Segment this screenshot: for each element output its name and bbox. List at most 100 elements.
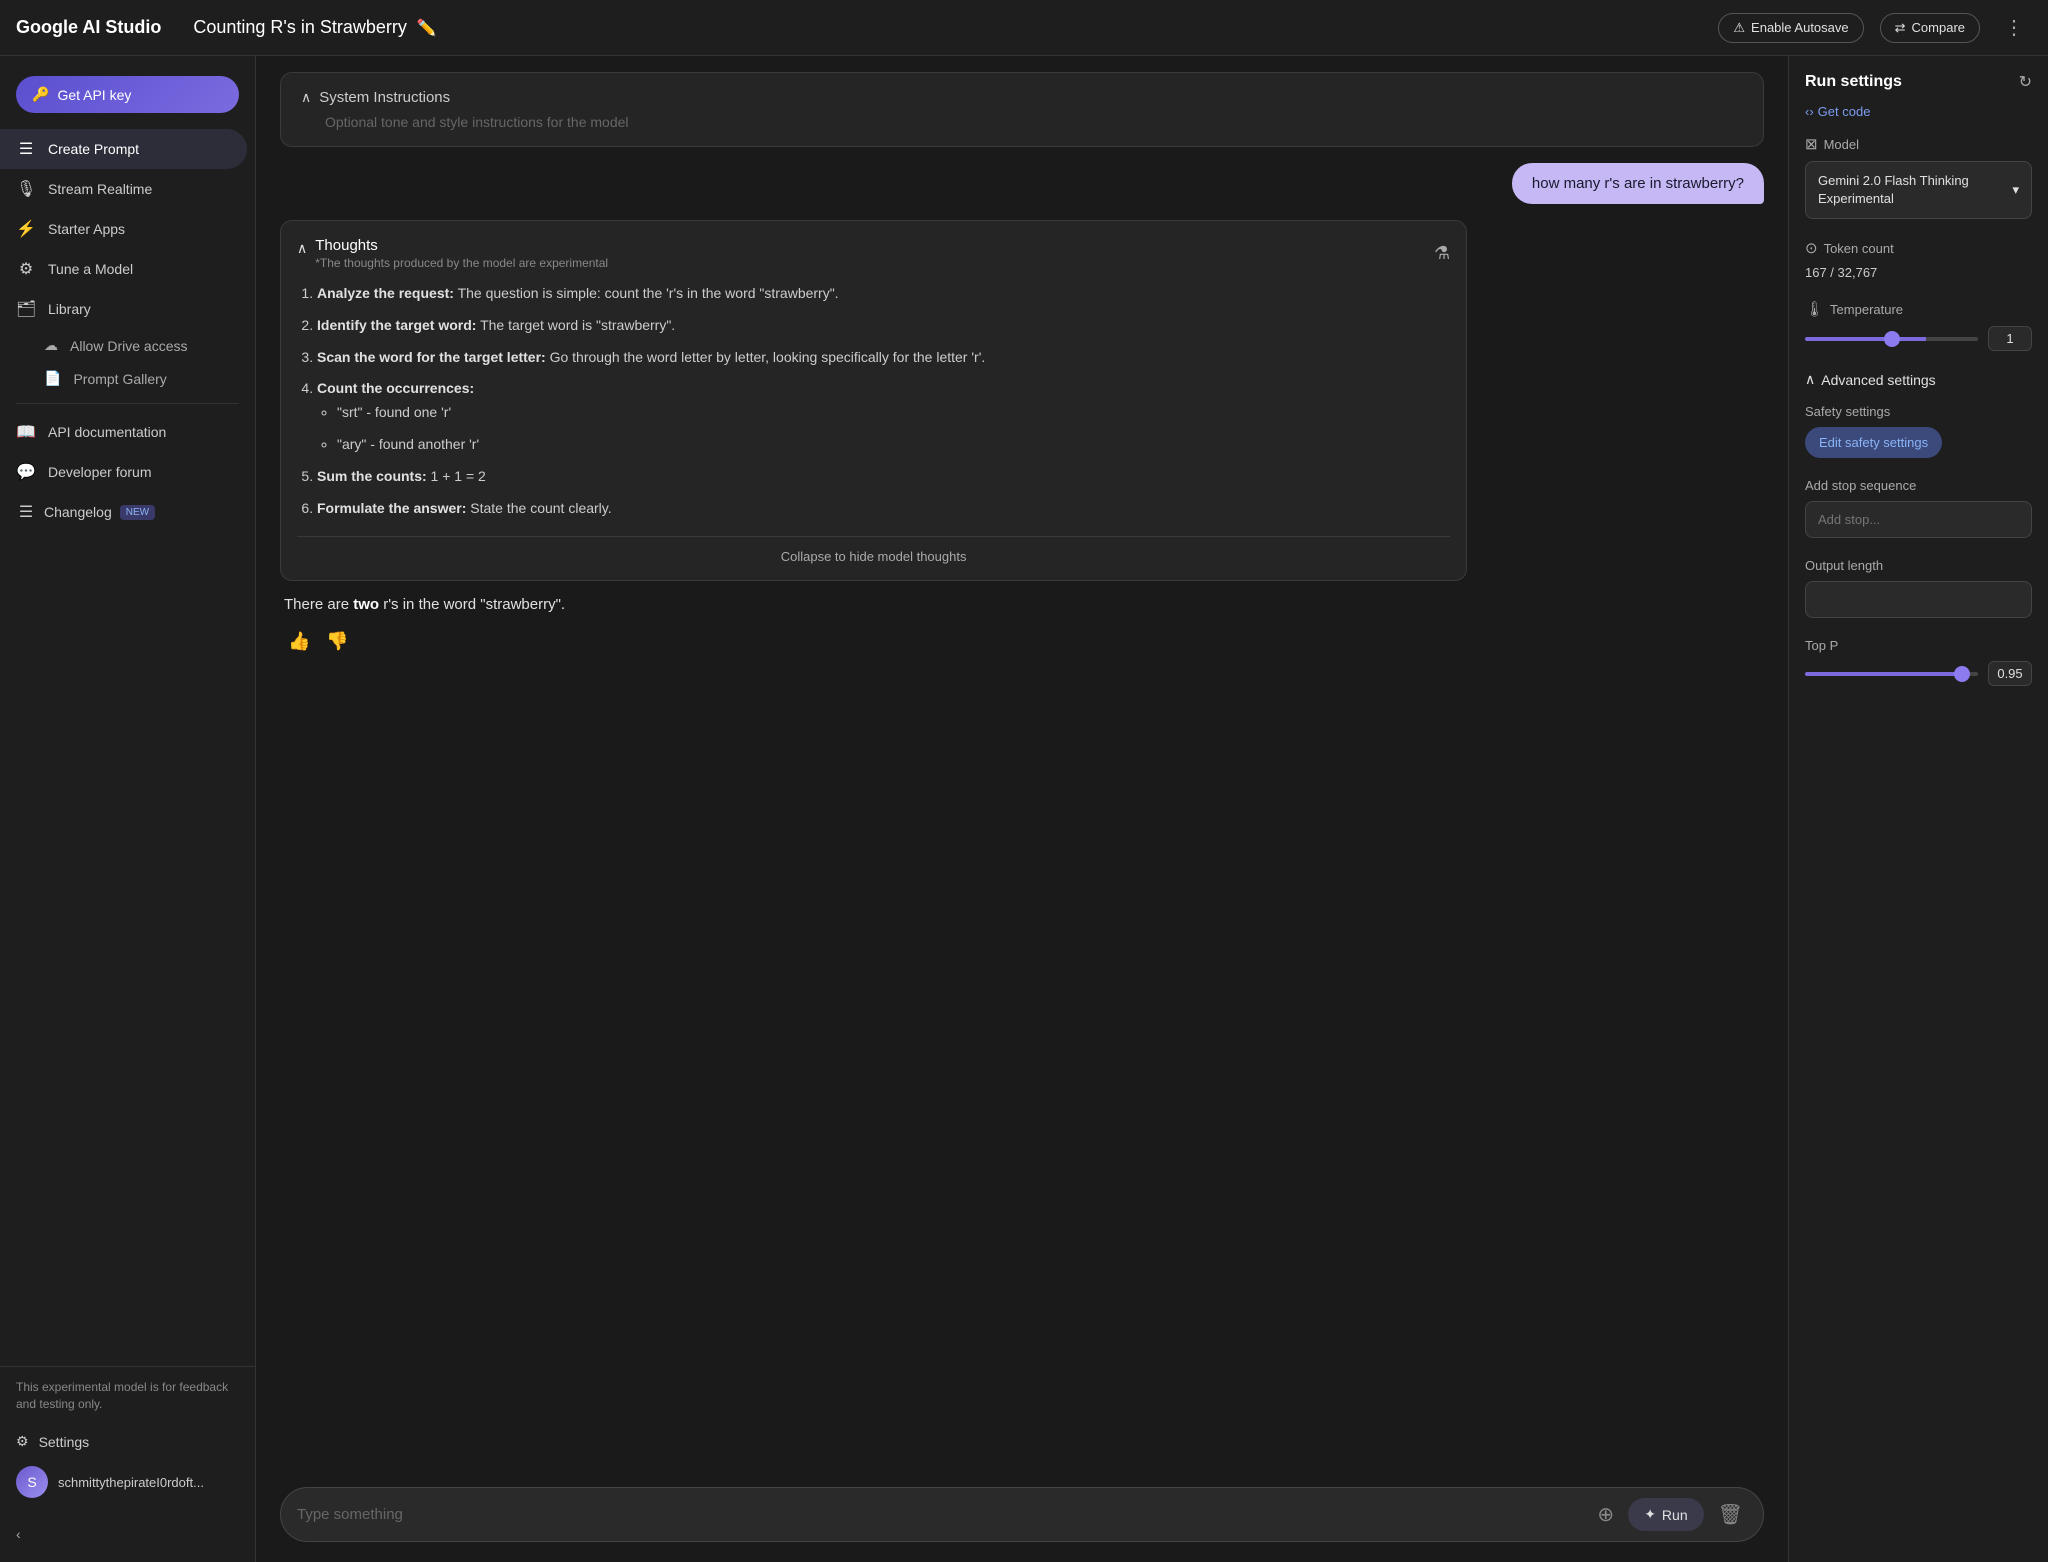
sidebar-item-stream-realtime[interactable]: 🎙 Stream Realtime (0, 169, 247, 209)
run-button[interactable]: ✦ Run (1628, 1498, 1703, 1531)
new-badge: NEW (120, 505, 155, 520)
settings-icon: ⚙ (16, 1433, 29, 1450)
sidebar-item-prompt-gallery[interactable]: 📄 Prompt Gallery (0, 362, 247, 395)
page-title: Counting R's in Strawberry (193, 17, 407, 38)
temperature-label: 🌡 Temperature (1805, 300, 2032, 318)
page-title-area: Counting R's in Strawberry ✏️ (193, 17, 1718, 38)
safety-label: Safety settings (1805, 404, 2032, 419)
model-icon: ⊠ (1805, 135, 1818, 153)
output-length-input[interactable]: 8192 (1805, 581, 2032, 618)
library-icon: 🗂 (16, 299, 36, 319)
thought-sub-2: "ary" - found another 'r' (337, 433, 1450, 457)
thought-step-3: Scan the word for the target letter: Go … (317, 346, 1450, 370)
token-count-label: ⊙ Token count (1805, 239, 2032, 257)
experimental-notice: This experimental model is for feedback … (16, 1379, 239, 1413)
system-instructions-header[interactable]: ∧ System Instructions (301, 89, 1743, 106)
thumbs-down-button[interactable]: 👎 (322, 627, 352, 656)
dev-forum-icon: 💬 (16, 462, 36, 482)
autosave-icon: ⚠ (1733, 20, 1745, 36)
run-sparkle-icon: ✦ (1644, 1506, 1656, 1523)
avatar: S (16, 1466, 48, 1498)
thoughts-title-area: ∧ Thoughts *The thoughts produced by the… (297, 237, 608, 270)
chevron-up-icon: ∧ (301, 89, 311, 106)
starter-apps-icon: ⚡ (16, 219, 36, 239)
content-area: ∧ System Instructions Optional tone and … (256, 56, 1788, 1562)
thoughts-box: ∧ Thoughts *The thoughts produced by the… (280, 220, 1467, 581)
token-count-icon: ⊙ (1805, 239, 1818, 257)
panel-title: Run settings (1805, 73, 1902, 91)
clear-button[interactable]: 🗑 (1714, 1498, 1747, 1531)
user-profile[interactable]: S schmittythepirateI0rdoft... (16, 1458, 239, 1506)
message-input[interactable] (297, 1506, 1583, 1523)
chevron-up-icon[interactable]: ∧ (297, 240, 307, 257)
flask-icon: ⚗ (1434, 243, 1450, 264)
top-p-value: 0.95 (1988, 661, 2032, 686)
thoughts-content: Analyze the request: The question is sim… (297, 282, 1450, 520)
get-code-link[interactable]: ‹› Get code (1805, 104, 2032, 119)
stop-sequence-section: Add stop sequence (1805, 478, 2032, 538)
thought-step-5: Sum the counts: 1 + 1 = 2 (317, 465, 1450, 489)
thumbs-up-button[interactable]: 👍 (284, 627, 314, 656)
sidebar-bottom: This experimental model is for feedback … (0, 1366, 255, 1518)
sidebar: 🔑 Get API key ☰ Create Prompt 🎙 Stream R… (0, 56, 256, 1562)
thought-sub-1: "srt" - found one 'r' (337, 401, 1450, 425)
get-api-key-button[interactable]: 🔑 Get API key (16, 76, 239, 113)
topbar: Google AI Studio Counting R's in Strawbe… (0, 0, 2048, 56)
model-select[interactable]: Gemini 2.0 Flash Thinking Experimental ▾ (1805, 161, 2032, 219)
thought-step-2: Identify the target word: The target wor… (317, 314, 1450, 338)
thoughts-title: Thoughts (315, 237, 608, 254)
model-section: ⊠ Model Gemini 2.0 Flash Thinking Experi… (1805, 135, 2032, 219)
api-docs-icon: 📖 (16, 422, 36, 442)
token-count-section: ⊙ Token count 167 / 32,767 (1805, 239, 2032, 280)
compare-button[interactable]: ⇄ Compare (1880, 13, 1980, 43)
sidebar-item-tune-model[interactable]: ⚙ Tune a Model (0, 249, 247, 289)
system-instructions-placeholder: Optional tone and style instructions for… (301, 114, 1743, 130)
sidebar-item-allow-drive[interactable]: ☁ Allow Drive access (0, 329, 247, 362)
input-area: ⊕ ✦ Run 🗑 (256, 1475, 1788, 1562)
temperature-value: 1 (1988, 326, 2032, 351)
autosave-button[interactable]: ⚠ Enable Autosave (1718, 13, 1863, 43)
output-length-section: Output length 8192 (1805, 558, 2032, 618)
top-p-section: Top P 0.95 (1805, 638, 2032, 686)
right-panel: Run settings ↻ ‹› Get code ⊠ Model Gemin… (1788, 56, 2048, 1562)
sidebar-item-create-prompt[interactable]: ☰ Create Prompt (0, 129, 247, 169)
add-content-button[interactable]: ⊕ (1593, 1498, 1618, 1531)
output-length-label: Output length (1805, 558, 2032, 573)
stop-sequence-input[interactable] (1805, 501, 2032, 538)
sidebar-divider (16, 403, 239, 404)
top-p-slider-container: 0.95 (1805, 661, 2032, 686)
thoughts-header: ∧ Thoughts *The thoughts produced by the… (297, 237, 1450, 270)
thought-step-6: Formulate the answer: State the count cl… (317, 497, 1450, 521)
advanced-settings-header[interactable]: ∧ Advanced settings (1805, 371, 2032, 388)
sidebar-item-changelog[interactable]: ☰ Changelog NEW (0, 492, 247, 532)
key-icon: 🔑 (32, 86, 49, 103)
top-p-label: Top P (1805, 638, 2032, 653)
chat-area: ∧ System Instructions Optional tone and … (256, 56, 1788, 1475)
user-message: how many r's are in strawberry? (1512, 163, 1764, 204)
main-layout: 🔑 Get API key ☰ Create Prompt 🎙 Stream R… (0, 56, 2048, 1562)
thought-step-4: Count the occurrences: "srt" - found one… (317, 377, 1450, 456)
refresh-button[interactable]: ↻ (2019, 72, 2032, 92)
sidebar-collapse-button[interactable]: ‹ (0, 1518, 255, 1550)
answer-actions: 👍 👎 (280, 627, 1467, 656)
top-p-slider[interactable] (1805, 672, 1978, 676)
thought-step-1: Analyze the request: The question is sim… (317, 282, 1450, 306)
more-options-button[interactable]: ⋮ (1996, 11, 2032, 44)
sidebar-item-library[interactable]: 🗂 Library (0, 289, 247, 329)
edit-title-icon[interactable]: ✏️ (417, 18, 437, 38)
sidebar-item-starter-apps[interactable]: ⚡ Starter Apps (0, 209, 247, 249)
sidebar-item-api-docs[interactable]: 📖 API documentation (0, 412, 247, 452)
sidebar-item-dev-forum[interactable]: 💬 Developer forum (0, 452, 247, 492)
temperature-slider[interactable] (1805, 337, 1978, 341)
prompt-gallery-icon: 📄 (44, 370, 61, 387)
thoughts-collapse-button[interactable]: Collapse to hide model thoughts (297, 536, 1450, 564)
token-count-value: 167 / 32,767 (1805, 265, 2032, 280)
model-response: ∧ Thoughts *The thoughts produced by the… (280, 220, 1467, 656)
compare-icon: ⇄ (1895, 20, 1906, 36)
settings-item[interactable]: ⚙ Settings (16, 1425, 239, 1458)
edit-safety-button[interactable]: Edit safety settings (1805, 427, 1942, 458)
thoughts-subtitle: *The thoughts produced by the model are … (315, 256, 608, 270)
temperature-section: 🌡 Temperature 1 (1805, 300, 2032, 351)
stop-sequence-label: Add stop sequence (1805, 478, 2032, 493)
system-instructions[interactable]: ∧ System Instructions Optional tone and … (280, 72, 1764, 147)
